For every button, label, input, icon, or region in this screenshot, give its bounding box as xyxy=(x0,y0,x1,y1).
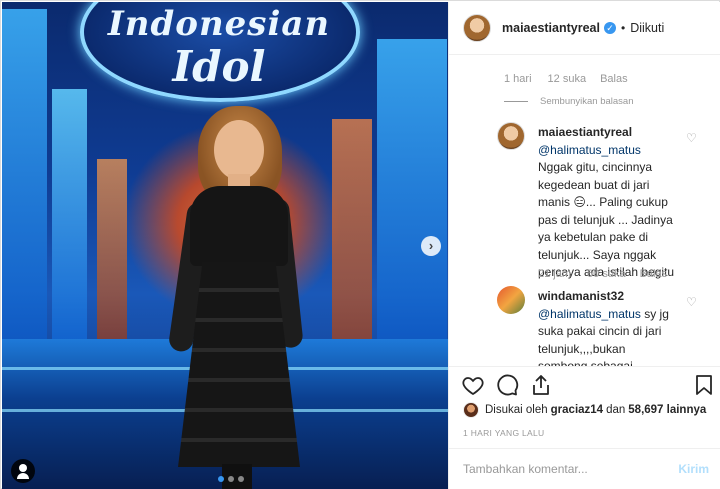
carousel-dot xyxy=(228,476,234,482)
likes-count[interactable]: 58,697 lainnya xyxy=(628,404,706,416)
follow-status-button[interactable]: Diikuti xyxy=(630,21,664,35)
comment-like-heart-icon[interactable]: ♡ xyxy=(686,296,698,308)
share-icon[interactable] xyxy=(529,373,553,397)
replies-divider xyxy=(504,101,528,102)
post-photo[interactable]: Indonesian Idol › xyxy=(2,2,448,489)
comment-mention[interactable]: @halimatus_matus xyxy=(538,307,641,321)
commenter-username[interactable]: windamanist32 xyxy=(538,289,624,303)
post-sidebar: maiaestiantyreal ✓ • Diikuti 1 hari 12 s… xyxy=(448,2,720,489)
person-face xyxy=(214,120,264,180)
backdrop-building xyxy=(2,9,47,339)
dress-bodice xyxy=(190,186,288,266)
comment-meta: 1 hari 12 suka Balas xyxy=(504,73,628,85)
likes-prefix: Disukai oleh xyxy=(485,404,548,416)
author-username[interactable]: maiaestiantyreal xyxy=(502,21,600,35)
comment-likes[interactable]: 12 suka xyxy=(548,73,587,85)
bookmark-icon[interactable] xyxy=(692,373,716,397)
comment-body: maiaestiantyreal @halimatus_matus Nggak … xyxy=(538,124,678,282)
backdrop-building xyxy=(97,159,127,339)
carousel-dot xyxy=(218,476,224,482)
add-comment-bar: Kirim xyxy=(449,448,720,489)
comment-text: Nggak gitu, cincinnya kegedean buat di j… xyxy=(538,160,675,279)
user-tag-icon[interactable] xyxy=(11,459,35,483)
comment-likes[interactable]: 60 suka xyxy=(587,268,626,280)
hide-replies-button[interactable]: Sembunyikan balasan xyxy=(504,96,633,107)
carousel-dot xyxy=(238,476,244,482)
logo-text-line1: Indonesian xyxy=(107,4,331,44)
post-comment-button[interactable]: Kirim xyxy=(678,462,709,476)
comment-body: windamanist32 @halimatus_matus sy jg suk… xyxy=(538,288,678,366)
likes-middle: dan xyxy=(606,404,626,416)
commenter-username[interactable]: maiaestiantyreal xyxy=(538,125,632,139)
liker-username[interactable]: graciaz14 xyxy=(551,404,603,416)
post-actions-bar xyxy=(449,366,720,400)
author-avatar[interactable] xyxy=(463,14,491,42)
reply-button[interactable]: Balas xyxy=(600,73,628,85)
backdrop-building xyxy=(52,89,87,339)
carousel-next-button[interactable]: › xyxy=(421,236,441,256)
hide-replies-label: Sembunyikan balasan xyxy=(540,96,634,107)
post-date[interactable]: 1 HARI YANG LALU xyxy=(463,428,545,438)
comments-list[interactable]: 1 hari 12 suka Balas Sembunyikan balasan… xyxy=(449,56,720,366)
liker-avatar[interactable] xyxy=(463,402,479,418)
carousel-indicator xyxy=(218,476,244,482)
comment-icon[interactable] xyxy=(495,373,519,397)
comment-mention[interactable]: @halimatus_matus xyxy=(538,143,641,157)
comment-meta: 21 jam 60 suka Balas xyxy=(538,268,667,280)
reply-button[interactable]: Balas xyxy=(640,268,668,280)
commenter-avatar[interactable] xyxy=(497,286,525,314)
backdrop-building xyxy=(377,39,447,339)
comment-like-heart-icon[interactable]: ♡ xyxy=(686,132,698,144)
comment-item: maiaestiantyreal @halimatus_matus Nggak … xyxy=(497,122,712,292)
logo-text-line2: Idol xyxy=(172,42,266,91)
verified-badge-icon: ✓ xyxy=(603,22,616,34)
post-frame: Indonesian Idol › maiaestiantyreal ✓ • D… xyxy=(0,0,720,489)
commenter-avatar[interactable] xyxy=(497,122,525,150)
header-separator: • xyxy=(620,21,626,35)
comment-item: windamanist32 @halimatus_matus sy jg suk… xyxy=(497,286,712,366)
likes-summary: Disukai oleh graciaz14 dan 58,697 lainny… xyxy=(463,402,713,418)
comment-time: 21 jam xyxy=(538,268,572,280)
comment-input[interactable] xyxy=(463,462,679,476)
comment-time: 1 hari xyxy=(504,73,532,85)
post-header: maiaestiantyreal ✓ • Diikuti xyxy=(449,2,720,55)
heart-icon[interactable] xyxy=(461,373,485,397)
backdrop-building xyxy=(332,119,372,339)
